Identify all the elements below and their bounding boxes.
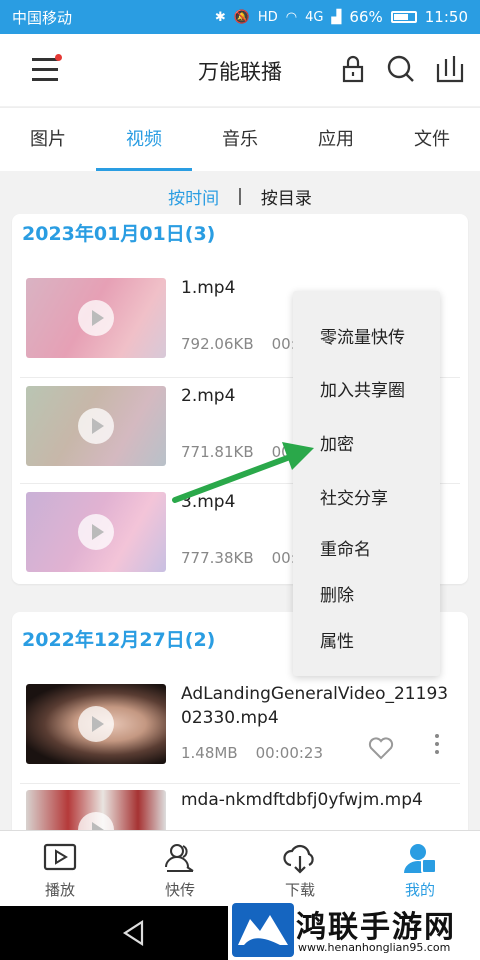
video-item[interactable]: AdLandingGeneralVideo_2119302330.mp4 1.4… bbox=[20, 676, 460, 784]
tab-images[interactable]: 图片 bbox=[0, 108, 96, 171]
menu-item-properties[interactable]: 属性 bbox=[320, 627, 354, 652]
watermark-logo-icon bbox=[232, 903, 294, 957]
menu-item-zero-traffic-transfer[interactable]: 零流量快传 bbox=[320, 323, 405, 348]
group-title: 2023年01月01日(3) bbox=[22, 223, 216, 245]
video-thumbnail[interactable] bbox=[26, 278, 166, 358]
hd-icon: HD bbox=[257, 9, 278, 25]
people-transfer-icon bbox=[165, 844, 194, 872]
context-menu: 零流量快传 加入共享圈 加密 社交分享 重命名 删除 属性 bbox=[293, 291, 440, 676]
watermark-text: 鸿联手游网 bbox=[296, 910, 456, 945]
bluetooth-icon: ✱ bbox=[214, 9, 226, 25]
network-type: 4G bbox=[305, 9, 324, 25]
bottom-navigation: 播放 快传 下载 我的 bbox=[0, 830, 480, 906]
nav-play[interactable]: 播放 bbox=[0, 831, 120, 906]
video-size: 771.81KB bbox=[181, 443, 254, 461]
video-size: 1.48MB bbox=[181, 744, 238, 762]
tab-videos[interactable]: 视频 bbox=[96, 108, 192, 171]
video-size: 777.38KB bbox=[181, 549, 254, 567]
play-icon[interactable] bbox=[78, 300, 114, 336]
app-header: 万能联播 bbox=[0, 34, 480, 106]
tab-files[interactable]: 文件 bbox=[384, 108, 480, 171]
signal-icon: ▟ bbox=[331, 9, 342, 25]
tab-apps[interactable]: 应用 bbox=[288, 108, 384, 171]
video-meta: 1.48MB 00:00:23 bbox=[181, 744, 341, 762]
nav-mine[interactable]: 我的 bbox=[360, 831, 480, 906]
video-size: 792.06KB bbox=[181, 335, 254, 353]
menu-icon[interactable] bbox=[32, 54, 62, 82]
sort-bar: 按时间 | 按目录 bbox=[0, 172, 480, 220]
video-thumbnail[interactable] bbox=[26, 386, 166, 466]
search-icon[interactable] bbox=[386, 54, 416, 84]
play-icon[interactable] bbox=[78, 408, 114, 444]
video-thumbnail[interactable] bbox=[26, 684, 166, 764]
watermark: 鸿联手游网 www.henanhonglian95.com bbox=[228, 900, 480, 960]
video-name: mda-nkmdftdbfj0yfwjm.mp4 bbox=[181, 790, 423, 810]
clock: 11:50 bbox=[424, 8, 468, 26]
favorite-icon[interactable] bbox=[368, 736, 394, 760]
nav-mine-label: 我的 bbox=[404, 881, 435, 899]
nav-download[interactable]: 下载 bbox=[240, 831, 360, 906]
notification-dot bbox=[55, 54, 62, 61]
tab-music[interactable]: 音乐 bbox=[192, 108, 288, 171]
lock-icon[interactable] bbox=[338, 54, 368, 84]
stats-icon[interactable] bbox=[435, 54, 465, 84]
menu-item-encrypt[interactable]: 加密 bbox=[320, 430, 354, 455]
play-screen-icon bbox=[43, 843, 77, 871]
sort-by-folder[interactable]: 按目录 bbox=[243, 184, 330, 209]
wifi-icon: ◠ bbox=[285, 9, 298, 25]
menu-item-social-share[interactable]: 社交分享 bbox=[320, 484, 388, 509]
menu-item-delete[interactable]: 删除 bbox=[320, 581, 354, 606]
watermark-url: www.henanhonglian95.com bbox=[298, 941, 451, 954]
status-bar: 中国移动 ✱ 🔕 HD ◠ 4G ▟ 66% 11:50 bbox=[0, 0, 480, 34]
category-tabs: 图片 视频 音乐 应用 文件 bbox=[0, 107, 480, 171]
nav-transfer[interactable]: 快传 bbox=[120, 831, 240, 906]
nav-play-label: 播放 bbox=[44, 881, 75, 899]
video-duration: 00:00:23 bbox=[255, 744, 324, 762]
play-icon[interactable] bbox=[78, 706, 114, 742]
carrier-name: 中国移动 bbox=[12, 8, 73, 27]
sort-by-time[interactable]: 按时间 bbox=[150, 184, 237, 209]
menu-item-rename[interactable]: 重命名 bbox=[320, 535, 371, 560]
back-icon[interactable] bbox=[122, 920, 146, 946]
video-thumbnail[interactable] bbox=[26, 492, 166, 572]
menu-item-add-to-share-circle[interactable]: 加入共享圈 bbox=[320, 376, 405, 401]
more-options-icon[interactable] bbox=[432, 734, 442, 760]
nav-download-label: 下载 bbox=[284, 881, 315, 899]
user-profile-icon bbox=[404, 844, 437, 874]
play-icon[interactable] bbox=[78, 514, 114, 550]
video-name: AdLandingGeneralVideo_2119302330.mp4 bbox=[181, 684, 449, 728]
battery-percent: 66% bbox=[349, 8, 383, 26]
cloud-download-icon bbox=[283, 844, 314, 874]
nav-transfer-label: 快传 bbox=[164, 881, 195, 899]
mute-icon: 🔕 bbox=[233, 9, 250, 25]
battery-icon bbox=[390, 11, 417, 23]
